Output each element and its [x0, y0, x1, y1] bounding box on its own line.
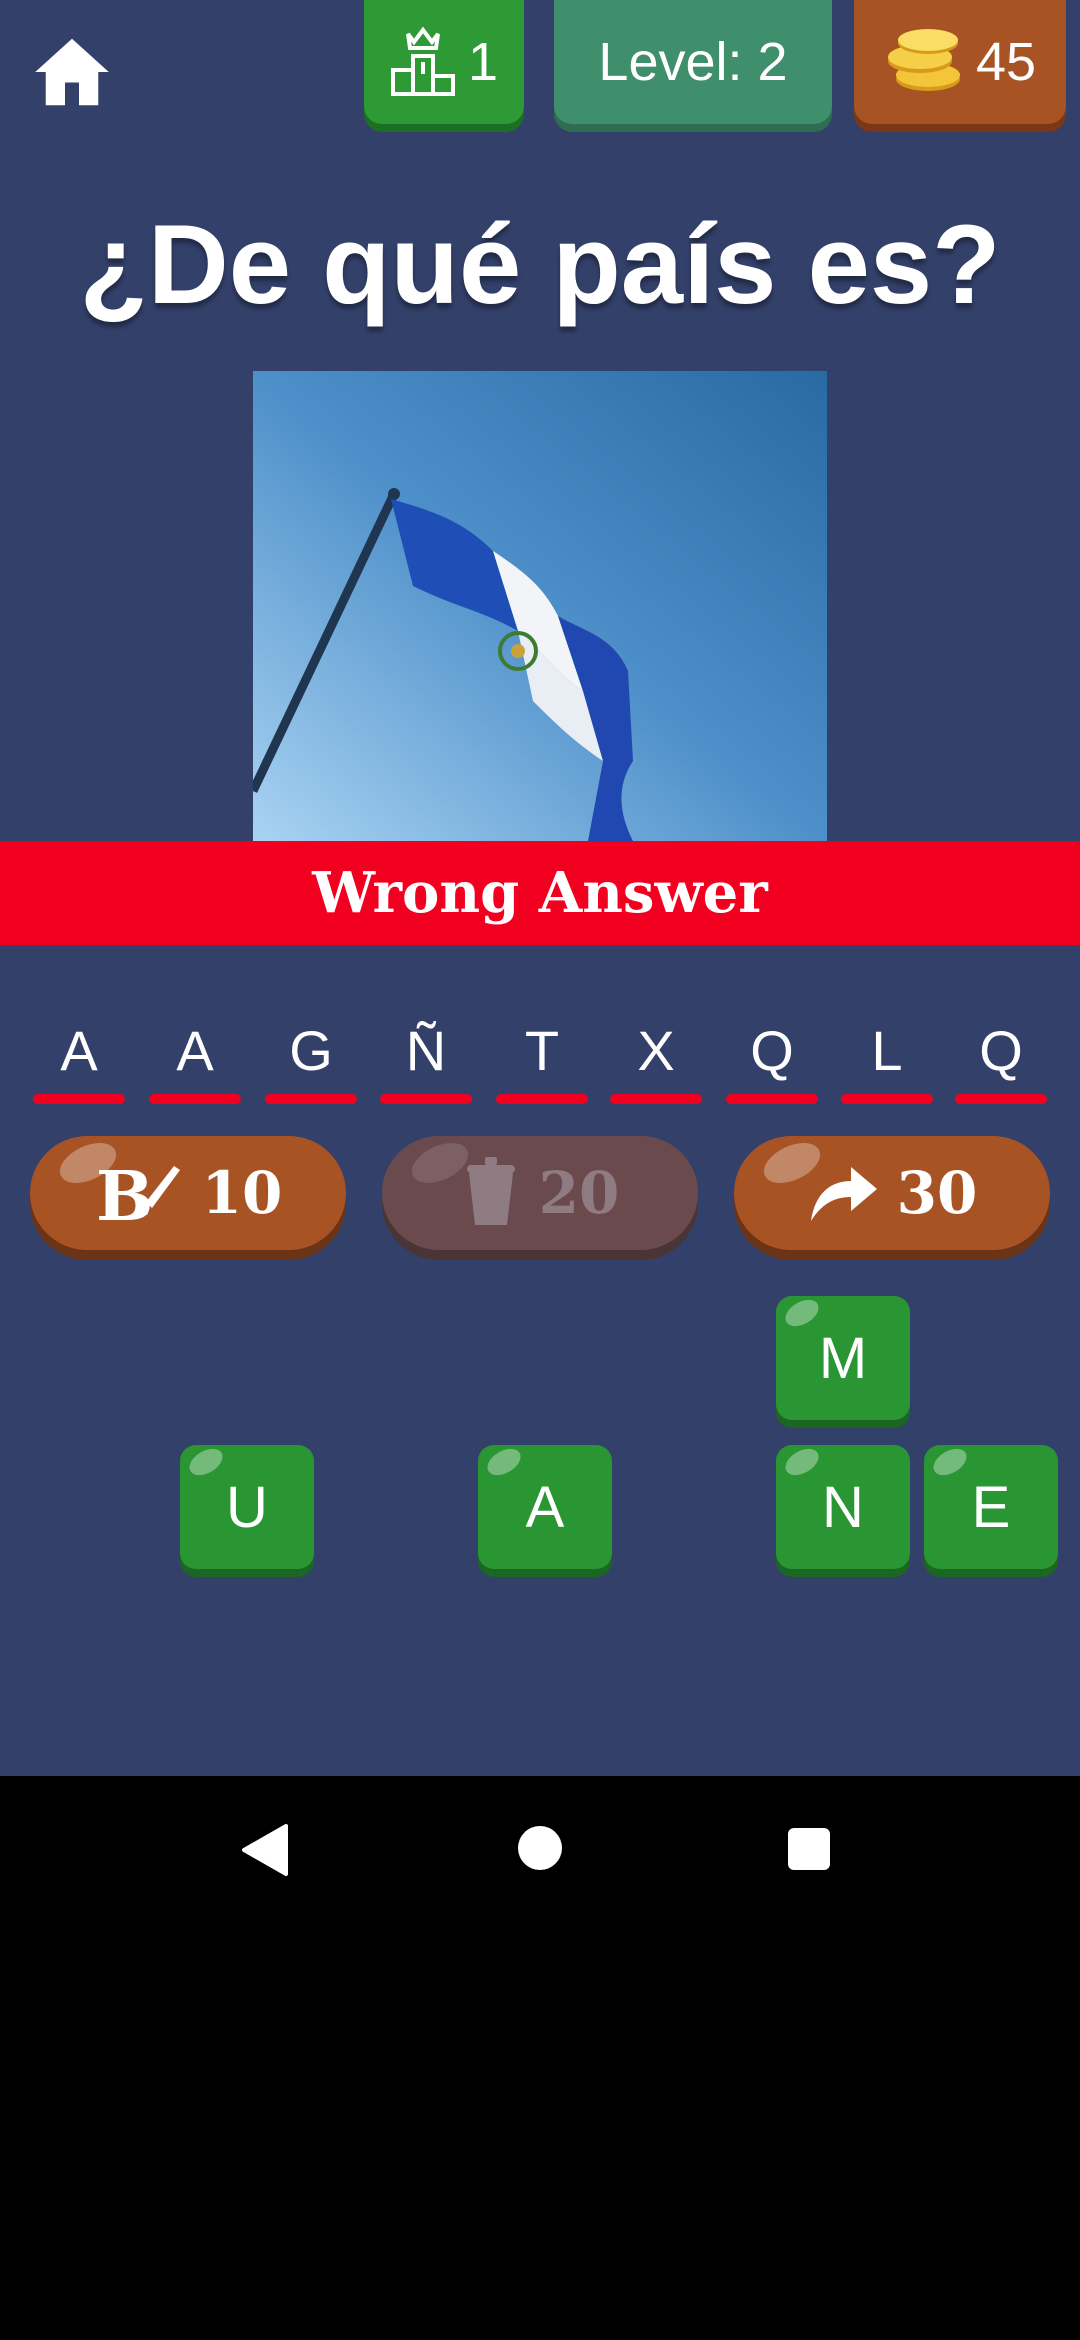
level-indicator: Level: 2 [554, 0, 832, 124]
coins-value: 45 [975, 32, 1037, 92]
answer-slot[interactable]: T [496, 1010, 588, 1104]
home-icon [35, 38, 109, 106]
wrong-answer-banner: Wrong Answer [0, 841, 1080, 945]
coins-button[interactable]: 45 [854, 0, 1066, 124]
letter-tile[interactable]: M [776, 1294, 910, 1420]
back-button[interactable] [238, 1822, 290, 1883]
answer-slot[interactable]: A [149, 1010, 241, 1104]
game-screen: 1 Level: 2 45 ¿De qué país es? Wrong Ans… [0, 0, 1080, 1776]
remove-letters-hint-button[interactable]: 20 [382, 1134, 698, 1250]
trash-icon [466, 1157, 515, 1225]
letter-tile[interactable]: E [924, 1443, 1058, 1569]
recents-button[interactable] [786, 1826, 832, 1877]
skip-level-hint-button[interactable]: 30 [734, 1134, 1050, 1250]
rank-value: 1 [467, 32, 499, 92]
answer-slot[interactable]: Q [726, 1010, 818, 1104]
home-button[interactable] [30, 30, 114, 114]
answer-slot[interactable]: A [33, 1010, 125, 1104]
skip-arrow-icon [810, 1167, 877, 1221]
hint-cost: 30 [896, 1159, 978, 1227]
leaderboard-button[interactable]: 1 [364, 0, 524, 124]
answer-slot[interactable]: L [841, 1010, 933, 1104]
home-circle-icon [518, 1826, 562, 1870]
letter-tile[interactable]: A [478, 1443, 612, 1569]
letter-tile[interactable]: N [776, 1443, 910, 1569]
hint-cost: 20 [538, 1159, 620, 1227]
answer-slot[interactable]: G [265, 1010, 357, 1104]
level-label: Level: 2 [598, 32, 788, 92]
reveal-letter-hint-button[interactable]: B 10 [30, 1134, 346, 1250]
hint-cost: 10 [201, 1159, 283, 1227]
system-navigation-bar [0, 1776, 1080, 1920]
recents-square-icon [788, 1828, 830, 1870]
answer-slot[interactable]: Q [955, 1010, 1047, 1104]
podium-crown-icon [390, 26, 455, 96]
question-title: ¿De qué país es? [79, 202, 1001, 327]
letter-tile[interactable]: U [180, 1443, 314, 1569]
answer-slot[interactable]: Ñ [380, 1010, 472, 1104]
gold-coins-icon [887, 29, 960, 91]
flag-photo [253, 371, 827, 841]
answer-slot[interactable]: X [610, 1010, 702, 1104]
back-triangle-icon [242, 1824, 288, 1876]
home-nav-button[interactable] [516, 1824, 564, 1877]
